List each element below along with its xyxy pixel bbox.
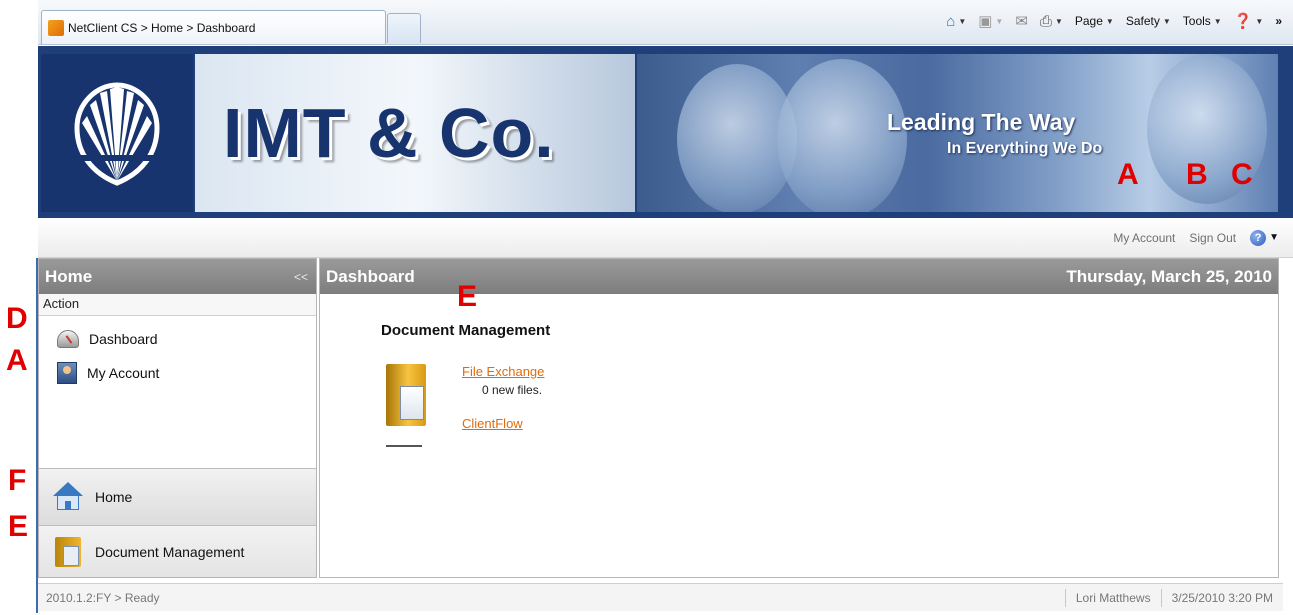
collapse-panel-button[interactable]: << xyxy=(294,270,308,284)
browser-tab-title: NetClient CS > Home > Dashboard xyxy=(68,20,256,35)
chevron-down-icon: ▼ xyxy=(1162,16,1171,26)
annotation-letter: F xyxy=(8,464,27,497)
chevron-down-icon: ▼ xyxy=(1213,16,1222,26)
command-bar: ⌂ ▼ ▣ ▼ ✉ ⎙ ▼ Page ▼ Safety ▼ Tools ▼ ❓ ▼ » xyxy=(943,10,1285,32)
banner-photo: Leading The Way In Everything We Do xyxy=(637,54,1278,212)
action-section-label: Action xyxy=(39,294,316,316)
chevron-down-icon: ▼ xyxy=(1054,16,1063,26)
status-datetime: 3/25/2010 3:20 PM xyxy=(1160,588,1283,607)
banner-tagline-2: In Everything We Do xyxy=(947,140,1103,157)
dashboard-gauge-icon xyxy=(57,330,79,348)
banner-tagline-1: Leading The Way xyxy=(887,109,1076,135)
status-text: 2010.1.2:FY > Ready xyxy=(46,590,160,605)
tools-menu-button[interactable]: Tools ▼ xyxy=(1180,12,1225,30)
safety-menu-label: Safety xyxy=(1125,14,1160,28)
action-item-dashboard[interactable]: Dashboard xyxy=(39,322,316,356)
my-account-link[interactable]: My Account xyxy=(1113,231,1175,245)
printer-icon: ⎙ xyxy=(1039,12,1052,30)
chevron-down-icon: ▼ xyxy=(1269,232,1279,243)
page-menu-label: Page xyxy=(1074,14,1103,28)
file-exchange-link[interactable]: File Exchange xyxy=(462,364,544,379)
annotation-letter: D xyxy=(6,302,28,335)
browser-tab[interactable]: NetClient CS > Home > Dashboard xyxy=(41,10,386,44)
logo xyxy=(41,54,193,212)
netclient-favicon-icon xyxy=(48,19,64,36)
user-menu-bar: My Account Sign Out ? ▼ xyxy=(38,218,1293,258)
brand-panel: IMT & Co. xyxy=(195,54,635,212)
divider xyxy=(386,445,422,447)
home-icon: ⌂ xyxy=(946,12,956,30)
brand-name: IMT & Co. xyxy=(223,94,555,172)
rss-feed-icon: ▣ xyxy=(978,13,993,30)
help-dropdown[interactable]: ? ▼ xyxy=(1250,229,1279,246)
new-files-count: 0 new files. xyxy=(482,383,543,397)
annotation-letter: E xyxy=(8,510,29,543)
status-bar: 2010.1.2:FY > Ready Lori Matthews 3/25/2… xyxy=(38,583,1283,611)
chevron-down-icon: ▼ xyxy=(1105,16,1114,26)
help-icon: ❓ xyxy=(1233,13,1253,30)
status-user: Lori Matthews xyxy=(1064,588,1161,607)
nav-item-label: Home xyxy=(95,489,133,505)
section-title: Document Management xyxy=(381,322,551,339)
toolbar-overflow-button[interactable]: » xyxy=(1272,12,1285,30)
annotation-letter: A xyxy=(6,344,28,377)
print-button[interactable]: ⎙ ▼ xyxy=(1037,11,1066,32)
sign-out-link[interactable]: Sign Out xyxy=(1189,231,1236,245)
nav-item-document-management[interactable]: Document Management xyxy=(39,525,316,577)
action-item-my-account[interactable]: My Account xyxy=(39,356,316,390)
action-item-label: Dashboard xyxy=(89,331,158,347)
left-panel-header: Home << xyxy=(39,259,316,294)
current-date: Thursday, March 25, 2010 xyxy=(1066,266,1272,286)
feeds-button[interactable]: ▣ ▼ xyxy=(975,10,1006,32)
document-icon xyxy=(55,536,81,567)
nav-item-home[interactable]: Home xyxy=(39,468,316,525)
help-icon: ? xyxy=(1250,229,1267,246)
browser-toolbar: NetClient CS > Home > Dashboard ⌂ ▼ ▣ ▼ ✉ … xyxy=(38,0,1293,45)
clientflow-link[interactable]: ClientFlow xyxy=(462,416,523,431)
document-management-icon xyxy=(386,364,428,428)
help-menu-button[interactable]: ❓ ▼ xyxy=(1231,10,1267,32)
annotation-letter: E xyxy=(457,280,478,313)
safety-menu-button[interactable]: Safety ▼ xyxy=(1123,12,1174,30)
chevron-down-icon: ▼ xyxy=(958,16,967,26)
page-menu-button[interactable]: Page ▼ xyxy=(1072,12,1117,30)
shell-logo-icon xyxy=(74,82,160,186)
chevron-down-icon: ▼ xyxy=(1255,16,1264,26)
mail-icon: ✉ xyxy=(1015,13,1028,30)
left-panel-title: Home xyxy=(45,266,93,286)
action-item-label: My Account xyxy=(87,365,160,381)
nav-item-label: Document Management xyxy=(95,543,245,560)
left-panel: Home << Action Dashboard My Account Home… xyxy=(38,258,317,578)
site-banner: IMT & Co. Leading The Way In Everything … xyxy=(38,46,1293,218)
tools-menu-label: Tools xyxy=(1182,14,1211,28)
annotation-letter: A xyxy=(1117,158,1139,191)
account-icon xyxy=(57,362,77,384)
read-mail-button[interactable]: ✉ xyxy=(1012,10,1031,32)
annotation-letter: C xyxy=(1231,158,1253,191)
home-button[interactable]: ⌂ ▼ xyxy=(943,11,969,32)
chevron-down-icon: ▼ xyxy=(995,16,1004,26)
new-tab-button[interactable] xyxy=(387,13,421,43)
page-title: Dashboard xyxy=(326,266,415,286)
house-icon xyxy=(53,482,83,512)
annotation-letter: B xyxy=(1186,158,1208,191)
